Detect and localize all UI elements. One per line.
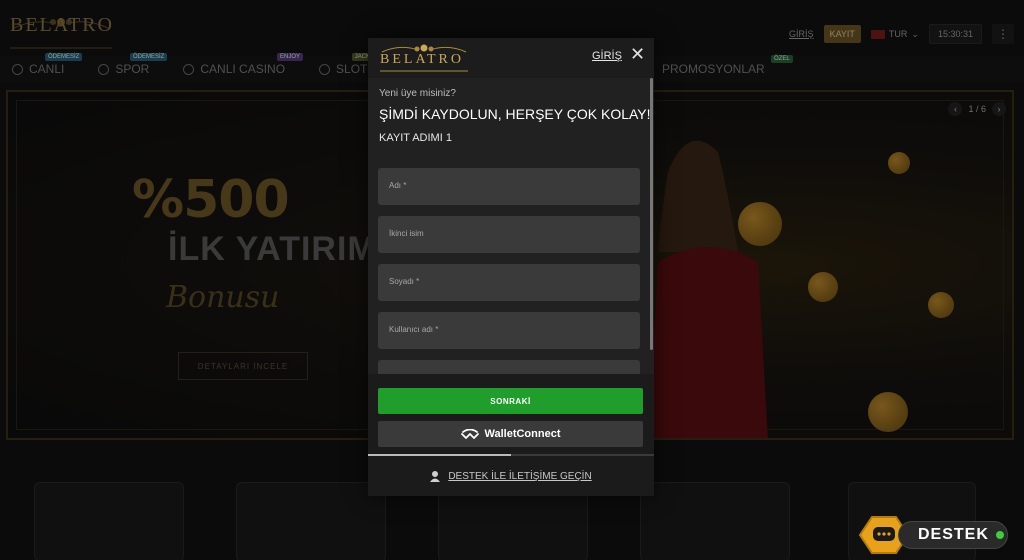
support-link: DESTEK İLE İLETİŞİME GEÇİN — [448, 470, 592, 482]
last-name-field[interactable]: Soyadı * — [378, 264, 640, 301]
modal-scrollbar[interactable] — [650, 78, 653, 350]
online-status-dot — [996, 531, 1004, 539]
next-field[interactable] — [378, 360, 640, 374]
first-name-field[interactable]: Adı * — [378, 168, 640, 205]
walletconnect-icon — [460, 428, 479, 439]
walletconnect-button[interactable]: WalletConnect — [378, 421, 643, 447]
field-placeholder: Kullanıcı adı * — [389, 325, 439, 334]
step-label: KAYIT ADIMI 1 — [379, 132, 452, 144]
step-progress-fill — [368, 454, 511, 456]
close-icon[interactable]: ✕ — [630, 44, 645, 65]
modal-header: BELATRO GİRİŞ ✕ — [368, 38, 654, 78]
next-button[interactable]: SONRAKİ — [378, 388, 643, 414]
middle-name-field[interactable]: İkinci isim — [378, 216, 640, 253]
new-member-question: Yeni üye misiniz? — [379, 88, 456, 99]
walletconnect-label: WalletConnect — [484, 428, 561, 440]
modal-body: Yeni üye misiniz? ŞİMDİ KAYDOLUN, HERŞEY… — [368, 78, 654, 374]
modal-title: ŞİMDİ KAYDOLUN, HERŞEY ÇOK KOLAY! — [379, 106, 651, 122]
support-agent-icon — [430, 471, 441, 482]
modal-footer: SONRAKİ WalletConnect DESTEK İLE İLETİŞİ… — [368, 374, 654, 496]
register-modal: BELATRO GİRİŞ ✕ Yeni üye misiniz? ŞİMDİ … — [368, 38, 654, 496]
support-label: DESTEK — [918, 526, 989, 543]
field-placeholder: Adı * — [389, 181, 407, 190]
modal-login-link[interactable]: GİRİŞ — [592, 50, 622, 62]
field-placeholder: Soyadı * — [389, 277, 420, 286]
modal-logo-text: BELATRO — [380, 52, 464, 67]
support-contact[interactable]: DESTEK İLE İLETİŞİME GEÇİN — [368, 470, 654, 482]
username-field[interactable]: Kullanıcı adı * — [378, 312, 640, 349]
page: BELATRO GİRİŞ KAYIT TUR ⌄ 15:30:31 ⋮ CAN… — [0, 0, 1024, 560]
field-placeholder: İkinci isim — [389, 229, 424, 238]
floating-support-button[interactable]: DESTEK — [858, 516, 1008, 554]
step-progress-track — [368, 454, 654, 456]
